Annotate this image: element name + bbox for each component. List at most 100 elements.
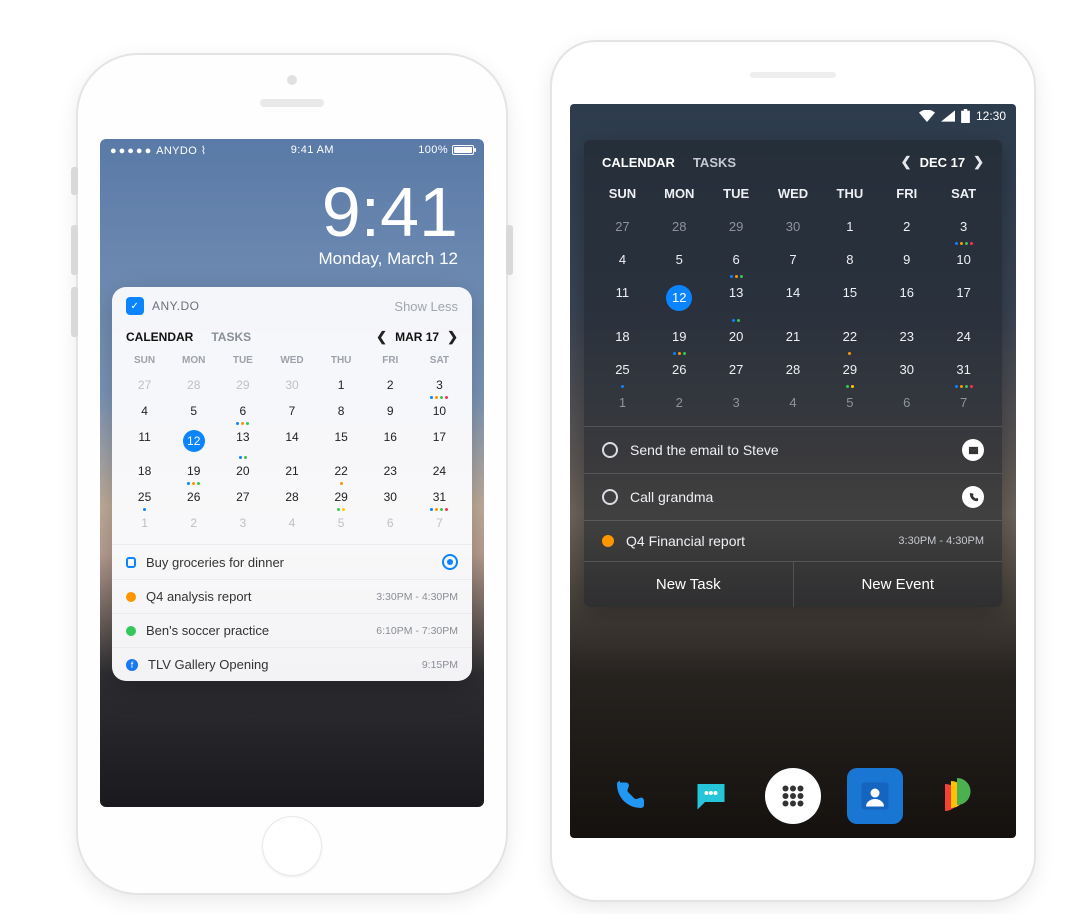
event-row[interactable]: Q4 Financial report3:30PM - 4:30PM — [584, 520, 1002, 561]
calendar-day[interactable]: 8 — [317, 400, 366, 426]
calendar-day[interactable]: 16 — [878, 279, 935, 323]
calendar-day[interactable]: 19 — [169, 460, 218, 486]
calendar-day[interactable]: 8 — [821, 246, 878, 279]
calendar-day[interactable]: 2 — [651, 389, 708, 422]
calendar-day[interactable]: 9 — [878, 246, 935, 279]
calendar-day[interactable]: 7 — [415, 512, 464, 538]
calendar-day[interactable]: 19 — [651, 323, 708, 356]
calendar-day[interactable]: 15 — [821, 279, 878, 323]
calendar-day[interactable]: 23 — [366, 460, 415, 486]
task-focus-icon[interactable] — [442, 554, 458, 570]
calendar-day[interactable]: 10 — [415, 400, 464, 426]
calendar-day[interactable]: 30 — [366, 486, 415, 512]
calendar-day[interactable]: 29 — [821, 356, 878, 389]
calendar-day[interactable]: 23 — [878, 323, 935, 356]
calendar-day[interactable]: 3 — [935, 213, 992, 246]
calendar-day[interactable]: 21 — [765, 323, 822, 356]
calendar-day[interactable]: 16 — [366, 426, 415, 460]
calendar-day[interactable]: 25 — [594, 356, 651, 389]
calendar-day[interactable]: 1 — [120, 512, 169, 538]
calendar-day[interactable]: 20 — [708, 323, 765, 356]
calendar-day[interactable]: 29 — [218, 374, 267, 400]
calendar-day[interactable]: 15 — [317, 426, 366, 460]
dock-contacts-icon[interactable] — [847, 768, 903, 824]
calendar-day[interactable]: 1 — [821, 213, 878, 246]
event-row[interactable]: fTLV Gallery Opening9:15PM — [112, 647, 472, 681]
calendar-day[interactable]: 28 — [169, 374, 218, 400]
calendar-day[interactable]: 5 — [317, 512, 366, 538]
calendar-day[interactable]: 17 — [415, 426, 464, 460]
calendar-day[interactable]: 14 — [267, 426, 316, 460]
iphone-home-button[interactable] — [262, 816, 322, 876]
calendar-day[interactable]: 9 — [366, 400, 415, 426]
calendar-day[interactable]: 4 — [120, 400, 169, 426]
calendar-day[interactable]: 24 — [415, 460, 464, 486]
tab-tasks[interactable]: TASKS — [211, 330, 251, 344]
calendar-day[interactable]: 4 — [594, 246, 651, 279]
calendar-day[interactable]: 27 — [708, 356, 765, 389]
calendar-day[interactable]: 1 — [594, 389, 651, 422]
calendar-day[interactable]: 20 — [218, 460, 267, 486]
calendar-day[interactable]: 12 — [169, 426, 218, 460]
calendar-day[interactable]: 11 — [120, 426, 169, 460]
calendar-day[interactable]: 26 — [651, 356, 708, 389]
dock-messages-icon[interactable] — [683, 768, 739, 824]
event-row[interactable]: Q4 analysis report3:30PM - 4:30PM — [112, 579, 472, 613]
calendar-day[interactable]: 3 — [218, 512, 267, 538]
calendar-day[interactable]: 10 — [935, 246, 992, 279]
calendar-day[interactable]: 6 — [878, 389, 935, 422]
calendar-day[interactable]: 27 — [594, 213, 651, 246]
calendar-day[interactable]: 6 — [218, 400, 267, 426]
calendar-day[interactable]: 31 — [415, 486, 464, 512]
dock-wallet-icon[interactable] — [929, 768, 985, 824]
calendar-day[interactable]: 27 — [218, 486, 267, 512]
calendar-day[interactable]: 29 — [708, 213, 765, 246]
calendar-day[interactable]: 28 — [765, 356, 822, 389]
calendar-day[interactable]: 29 — [317, 486, 366, 512]
event-row[interactable]: Buy groceries for dinner — [112, 544, 472, 579]
calendar-day[interactable]: 12 — [651, 279, 708, 323]
calendar-day[interactable]: 11 — [594, 279, 651, 323]
tab-calendar[interactable]: CALENDAR — [126, 330, 193, 344]
calendar-day[interactable]: 18 — [594, 323, 651, 356]
calendar-day[interactable]: 6 — [708, 246, 765, 279]
next-month-button[interactable]: ❯ — [447, 329, 458, 345]
calendar-day[interactable]: 5 — [651, 246, 708, 279]
calendar-day[interactable]: 31 — [935, 356, 992, 389]
calendar-day[interactable]: 24 — [935, 323, 992, 356]
calendar-day[interactable]: 21 — [267, 460, 316, 486]
event-row[interactable]: Ben's soccer practice6:10PM - 7:30PM — [112, 613, 472, 647]
calendar-day[interactable]: 22 — [821, 323, 878, 356]
event-row[interactable]: Call grandma — [584, 473, 1002, 520]
tab-tasks[interactable]: TASKS — [693, 155, 736, 170]
calendar-day[interactable]: 7 — [267, 400, 316, 426]
event-row[interactable]: Send the email to Steve — [584, 426, 1002, 473]
calendar-day[interactable]: 30 — [765, 213, 822, 246]
next-month-button[interactable]: ❯ — [973, 154, 984, 170]
show-less-button[interactable]: Show Less — [394, 299, 458, 314]
calendar-day[interactable]: 2 — [169, 512, 218, 538]
calendar-day[interactable]: 1 — [317, 374, 366, 400]
calendar-day[interactable]: 7 — [935, 389, 992, 422]
calendar-day[interactable]: 14 — [765, 279, 822, 323]
calendar-day[interactable]: 7 — [765, 246, 822, 279]
calendar-day[interactable]: 30 — [267, 374, 316, 400]
calendar-day[interactable]: 13 — [708, 279, 765, 323]
dock-app-drawer-icon[interactable] — [765, 768, 821, 824]
calendar-day[interactable]: 22 — [317, 460, 366, 486]
calendar-day[interactable]: 4 — [765, 389, 822, 422]
calendar-day[interactable]: 5 — [169, 400, 218, 426]
calendar-day[interactable]: 17 — [935, 279, 992, 323]
calendar-day[interactable]: 2 — [878, 213, 935, 246]
dock-phone-icon[interactable] — [601, 768, 657, 824]
calendar-day[interactable]: 28 — [651, 213, 708, 246]
prev-month-button[interactable]: ❮ — [376, 329, 387, 345]
calendar-day[interactable]: 27 — [120, 374, 169, 400]
new-event-button[interactable]: New Event — [793, 562, 1003, 607]
calendar-day[interactable]: 4 — [267, 512, 316, 538]
calendar-day[interactable]: 18 — [120, 460, 169, 486]
calendar-day[interactable]: 26 — [169, 486, 218, 512]
calendar-day[interactable]: 6 — [366, 512, 415, 538]
calendar-day[interactable]: 3 — [708, 389, 765, 422]
calendar-day[interactable]: 25 — [120, 486, 169, 512]
